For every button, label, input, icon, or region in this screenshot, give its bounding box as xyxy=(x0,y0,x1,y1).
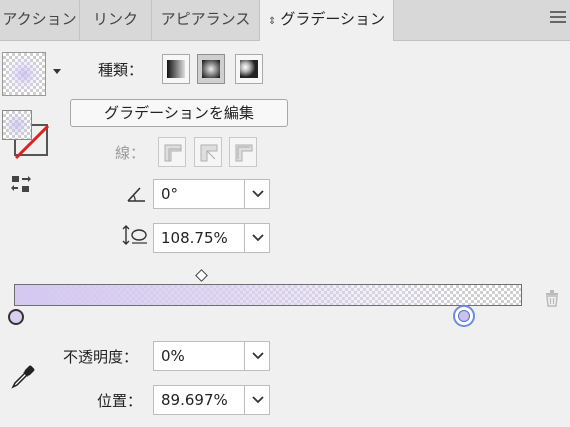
tab-links[interactable]: リンク xyxy=(80,0,152,40)
reverse-gradient-icon[interactable] xyxy=(10,174,32,196)
angle-input[interactable]: 0° xyxy=(153,179,245,209)
location-input[interactable]: 89.697% xyxy=(153,385,245,415)
tab-gradient[interactable]: ⇕ グラデーション xyxy=(260,0,394,41)
gradient-slider[interactable] xyxy=(14,284,522,306)
opacity-dropdown[interactable] xyxy=(244,341,270,371)
freeform-gradient-button[interactable] xyxy=(235,54,263,84)
opacity-value: 0% xyxy=(161,347,185,365)
stroke-along-icon xyxy=(200,144,218,162)
delete-stop-icon[interactable] xyxy=(544,289,560,307)
gradient-stop-selected[interactable] xyxy=(453,305,475,327)
linear-gradient-icon xyxy=(167,60,185,78)
angle-dropdown[interactable] xyxy=(244,179,270,209)
stroke-within-icon xyxy=(164,144,182,162)
panel-tab-bar: アクション リンク アピアランス ⇕ グラデーション xyxy=(0,0,570,41)
aspect-ratio-icon xyxy=(122,225,147,245)
chevron-down-icon xyxy=(252,396,264,404)
none-slash-icon xyxy=(14,124,50,160)
opacity-label: 不透明度： xyxy=(63,348,139,366)
location-dropdown[interactable] xyxy=(244,385,270,415)
location-label: 位置： xyxy=(97,392,143,410)
tab-gradient-label: グラデーション xyxy=(280,10,386,28)
fill-swatch-dropdown-icon[interactable] xyxy=(53,69,61,74)
tab-actions[interactable]: アクション xyxy=(0,0,80,40)
stroke-within-button xyxy=(158,137,186,167)
freeform-gradient-icon xyxy=(240,60,258,78)
radial-gradient-icon xyxy=(202,60,220,78)
gradient-stop-start[interactable] xyxy=(8,309,24,325)
tab-appearance[interactable]: アピアランス xyxy=(152,0,260,40)
tab-expand-arrows-icon: ⇕ xyxy=(267,16,277,27)
gradient-ramp xyxy=(15,285,521,305)
panel-menu-icon[interactable] xyxy=(550,11,566,25)
stroke-across-icon xyxy=(235,144,253,162)
stroke-label: 線： xyxy=(115,144,146,162)
opacity-input[interactable]: 0% xyxy=(153,341,245,371)
edit-gradient-button[interactable]: グラデーションを編集 xyxy=(70,99,288,127)
stroke-across-button xyxy=(229,137,257,167)
radial-gradient-button[interactable] xyxy=(197,54,225,84)
aspect-ratio-value: 108.75% xyxy=(161,229,228,247)
aspect-ratio-input[interactable]: 108.75% xyxy=(153,223,245,253)
eyedropper-icon[interactable] xyxy=(10,364,36,390)
chevron-down-icon xyxy=(252,190,264,198)
gradient-fill-swatch[interactable] xyxy=(2,52,46,96)
chevron-down-icon xyxy=(252,234,264,242)
angle-icon xyxy=(127,187,145,202)
type-label: 種類： xyxy=(98,61,144,79)
location-value: 89.697% xyxy=(161,391,228,409)
aspect-ratio-dropdown[interactable] xyxy=(244,223,270,253)
stroke-along-button xyxy=(194,137,222,167)
linear-gradient-button[interactable] xyxy=(162,54,190,84)
chevron-down-icon xyxy=(252,352,264,360)
angle-value: 0° xyxy=(161,185,179,203)
gradient-midpoint-diamond[interactable] xyxy=(195,269,208,282)
